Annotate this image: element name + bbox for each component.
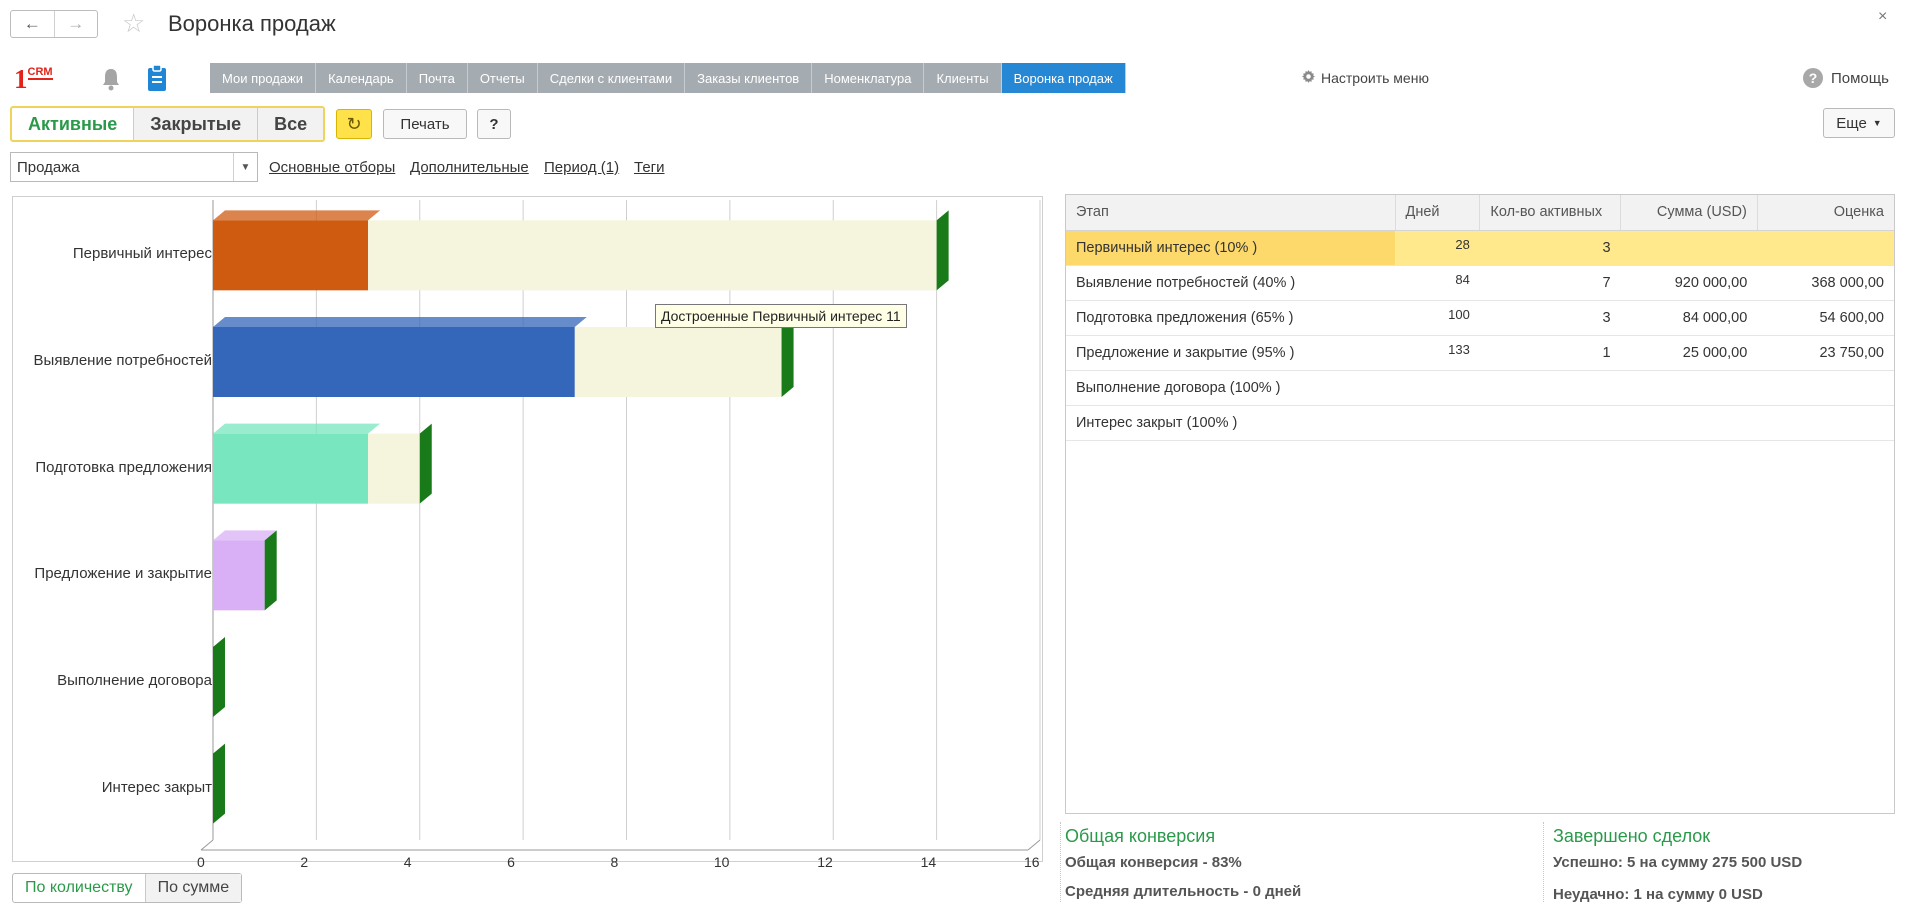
bar-end-cap: [264, 530, 277, 611]
col-days[interactable]: Дней: [1395, 195, 1481, 231]
cell-stage: Выполнение договора (100% ): [1066, 370, 1396, 406]
chart-x-tick: 16: [1024, 854, 1040, 870]
bar-built-top: [213, 317, 587, 327]
average-duration: Средняя длительность - 0 дней: [1065, 883, 1302, 900]
bar-end-cap: [213, 743, 225, 824]
cell-days: 100: [1395, 300, 1480, 336]
bar-end-cap: [781, 317, 794, 397]
bar-built-top: [213, 210, 381, 221]
cell-stage: Первичный интерес (10% ): [1066, 230, 1396, 266]
table-empty-row: [1066, 615, 1894, 650]
table-empty-row: [1066, 720, 1894, 755]
stages-table: Этап Дней Кол-во активных Сумма (USD) Оц…: [1066, 195, 1894, 755]
cell-active: 1: [1479, 335, 1621, 371]
fail-summary: Неудачно: 1 на сумму 0 USD: [1553, 886, 1763, 903]
bar-end-cap: [213, 637, 225, 717]
bar-completed: [368, 220, 937, 291]
cell-days: [1395, 370, 1480, 406]
chart-x-tick: 0: [197, 854, 205, 870]
cell-amount: [1620, 370, 1758, 406]
cell-stage: Предложение и закрытие (95% ): [1066, 335, 1396, 371]
chart-x-tick: 14: [920, 854, 937, 870]
table-empty-row: [1066, 440, 1894, 475]
cell-active: 3: [1479, 300, 1621, 336]
cell-estimate: 54 600,00: [1757, 300, 1894, 336]
cell-days: 28: [1395, 230, 1480, 266]
chart-category-label: Подготовка предложения: [35, 458, 212, 476]
table-row[interactable]: Подготовка предложения (65% ) 100 3 84 000,…: [1066, 300, 1894, 336]
cell-amount: 84 000,00: [1620, 300, 1758, 336]
summary-divider-left: [1060, 822, 1061, 902]
table-empty-row: [1066, 650, 1894, 685]
cell-estimate: 368 000,00: [1757, 265, 1894, 301]
bar-completed: [368, 433, 420, 504]
chart-mode-toggle: По количеству По сумме: [12, 873, 243, 903]
conversion-value: Общая конверсия - 83%: [1065, 854, 1242, 871]
table-row[interactable]: Предложение и закрытие (95% ) 133 1 25 000,…: [1066, 335, 1894, 371]
table-empty-row: [1066, 580, 1894, 615]
chart-category-label: Первичный интерес: [72, 245, 212, 263]
bar-built: [213, 327, 575, 397]
conversion-title: Общая конверсия: [1065, 826, 1216, 846]
axis-depth-line: [200, 839, 214, 851]
chart-category-label: Выполнение договора: [57, 672, 212, 689]
cell-amount: [1620, 230, 1758, 266]
bar-end-cap: [936, 210, 949, 291]
success-summary: Успешно: 5 на сумму 275 500 USD: [1553, 854, 1803, 871]
table-empty-row: [1066, 475, 1894, 510]
chart-category-label: Выявление потребностей: [33, 352, 212, 369]
chart-x-tick: 6: [507, 854, 515, 870]
cell-amount: 25 000,00: [1620, 335, 1758, 371]
col-estimate[interactable]: Оценка: [1757, 195, 1894, 231]
mode-by-count[interactable]: По количеству: [13, 874, 146, 902]
table-empty-row: [1066, 545, 1894, 580]
summary-divider-right: [1543, 822, 1544, 902]
chart-x-tick: 10: [713, 854, 730, 870]
cell-amount: [1620, 405, 1758, 441]
cell-days: [1395, 405, 1480, 441]
chart-category-label: Предложение и закрытие: [34, 565, 212, 583]
axis-depth-line: [1027, 839, 1041, 851]
cell-active: [1479, 405, 1621, 441]
cell-active: [1479, 370, 1621, 406]
chart-x-tick: 8: [610, 854, 619, 870]
cell-active: 7: [1479, 265, 1621, 301]
bar-built-top: [213, 423, 381, 434]
bar-built: [213, 220, 369, 291]
bar-built: [213, 433, 369, 504]
cell-amount: 920 000,00: [1620, 265, 1758, 301]
col-amount[interactable]: Сумма (USD): [1620, 195, 1758, 231]
cell-estimate: [1757, 405, 1894, 441]
table-empty-row: [1066, 510, 1894, 545]
bar-end-cap: [419, 423, 432, 504]
table-row[interactable]: Выявление потребностей (40% ) 84 7 920 000,…: [1066, 265, 1894, 301]
cell-stage: Интерес закрыт (100% ): [1066, 405, 1396, 441]
bar-completed: [574, 327, 782, 397]
table-empty-row: [1066, 685, 1894, 720]
col-active-count[interactable]: Кол-во активных: [1479, 195, 1622, 231]
cell-estimate: [1757, 370, 1894, 406]
cell-stage: Выявление потребностей (40% ): [1066, 265, 1396, 301]
table-row[interactable]: Первичный интерес (10% ) 28 3: [1066, 230, 1894, 266]
cell-stage: Подготовка предложения (65% ): [1066, 300, 1396, 336]
col-stage[interactable]: Этап: [1066, 195, 1396, 231]
bar-built: [213, 540, 265, 611]
chart-x-tick: 12: [817, 854, 833, 870]
table-row[interactable]: Интерес закрыт (100% ): [1066, 405, 1894, 441]
cell-estimate: 23 750,00: [1757, 335, 1894, 371]
completed-title: Завершено сделок: [1553, 826, 1711, 846]
cell-days: 133: [1395, 335, 1480, 371]
chart-category-label: Интерес закрыт: [101, 778, 212, 796]
mode-by-amount[interactable]: По сумме: [145, 874, 242, 902]
cell-active: 3: [1479, 230, 1621, 266]
chart-x-tick: 4: [403, 854, 412, 870]
table-row[interactable]: Выполнение договора (100% ): [1066, 370, 1894, 406]
chart-x-tick: 2: [300, 854, 309, 870]
chart-tooltip: Достроенные Первичный интерес 11: [655, 304, 907, 328]
cell-estimate: [1757, 230, 1894, 266]
stages-table-panel: Этап Дней Кол-во активных Сумма (USD) Оц…: [1065, 194, 1895, 814]
cell-days: 84: [1395, 265, 1480, 301]
